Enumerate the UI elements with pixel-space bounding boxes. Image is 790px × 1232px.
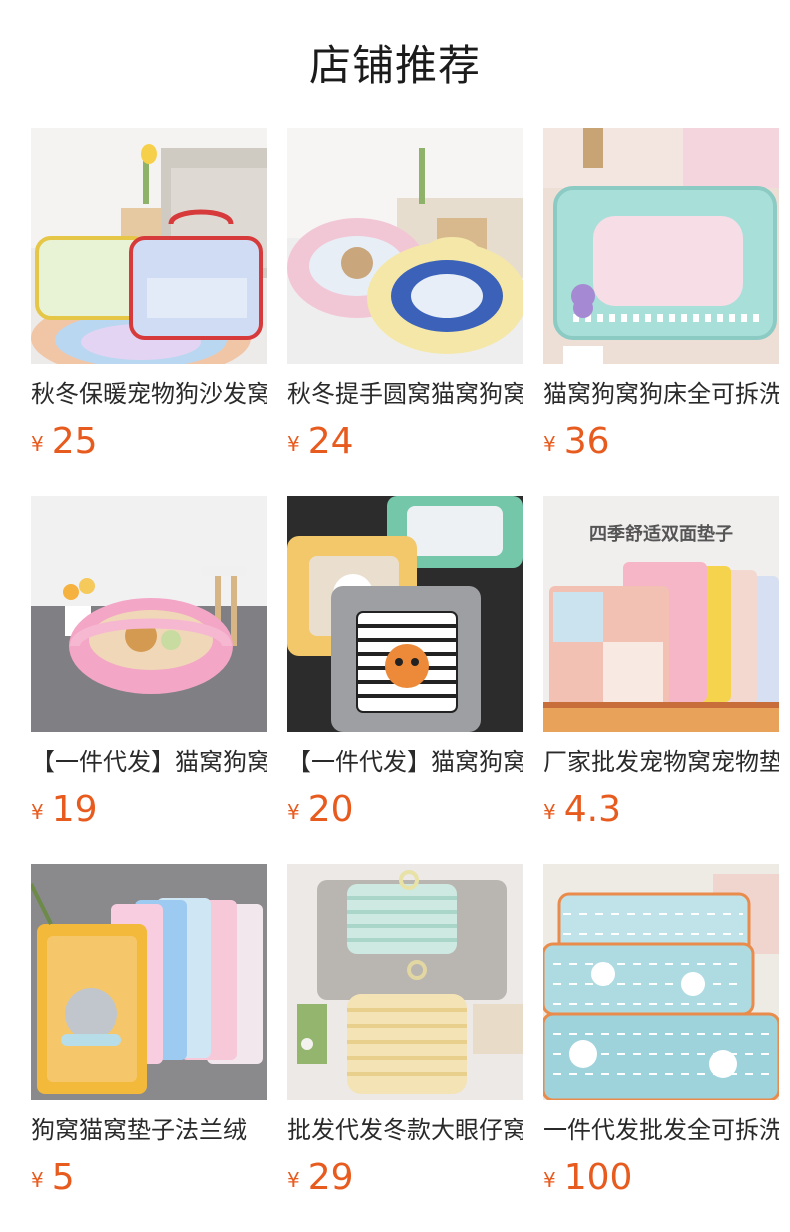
price-amount: 100 xyxy=(563,1157,633,1198)
product-name: 猫窝狗窝狗床全可拆洗 xyxy=(543,380,779,408)
product-card[interactable]: 狗窝猫窝垫子法兰绒 ¥5 xyxy=(31,864,267,1200)
product-name: 秋冬保暖宠物狗沙发窝 xyxy=(31,380,267,408)
product-price: ¥19 xyxy=(31,788,267,832)
product-price: ¥5 xyxy=(31,1156,267,1200)
product-name: 【一件代发】猫窝狗窝 xyxy=(31,748,267,776)
round-handle-pet-beds-photo xyxy=(287,128,523,364)
currency-symbol: ¥ xyxy=(31,432,44,456)
product-name: 【一件代发】猫窝狗窝 xyxy=(287,748,523,776)
pink-round-pet-bed-photo xyxy=(31,496,267,732)
currency-symbol: ¥ xyxy=(543,432,556,456)
product-name: 狗窝猫窝垫子法兰绒 xyxy=(31,1116,247,1144)
mats-banner-text: 四季舒适双面垫子 xyxy=(589,523,733,545)
currency-symbol: ¥ xyxy=(31,1168,44,1192)
product-price: ¥24 xyxy=(287,420,523,464)
product-card[interactable]: 猫窝狗窝狗床全可拆洗 ¥36 xyxy=(543,128,779,464)
currency-symbol: ¥ xyxy=(287,1168,300,1192)
product-card[interactable]: 批发代发冬款大眼仔窝 ¥29 xyxy=(287,864,523,1200)
check-pattern-pet-beds-photo xyxy=(543,864,779,1100)
product-name: 厂家批发宠物窝宠物垫 xyxy=(543,748,779,776)
striped-pet-beds-photo xyxy=(287,864,523,1100)
page-title: 店铺推荐 xyxy=(308,41,481,90)
price-amount: 5 xyxy=(51,1157,75,1198)
product-card[interactable]: 秋冬保暖宠物狗沙发窝 ¥25 xyxy=(31,128,267,464)
reversible-pet-mats-photo: 四季舒适双面垫子 xyxy=(543,496,779,732)
square-cartoon-pet-beds-photo xyxy=(287,496,523,732)
product-card[interactable]: 【一件代发】猫窝狗窝 ¥20 xyxy=(287,496,523,832)
product-card[interactable]: 秋冬提手圆窝猫窝狗窝 ¥24 xyxy=(287,128,523,464)
product-price: ¥29 xyxy=(287,1156,523,1200)
currency-symbol: ¥ xyxy=(543,1168,556,1192)
price-amount: 24 xyxy=(307,421,354,462)
price-amount: 36 xyxy=(563,421,610,462)
product-price: ¥36 xyxy=(543,420,779,464)
product-name: 秋冬提手圆窝猫窝狗窝 xyxy=(287,380,523,408)
flannel-pet-mats-photo xyxy=(31,864,267,1100)
product-card[interactable]: 【一件代发】猫窝狗窝 ¥19 xyxy=(31,496,267,832)
product-price: ¥4.3 xyxy=(543,788,779,832)
product-name: 批发代发冬款大眼仔窝 xyxy=(287,1116,523,1144)
currency-symbol: ¥ xyxy=(287,432,300,456)
price-amount: 29 xyxy=(307,1157,354,1198)
price-amount: 4.3 xyxy=(563,789,621,830)
product-price: ¥20 xyxy=(287,788,523,832)
product-card[interactable]: 一件代发批发全可拆洗 ¥100 xyxy=(543,864,779,1200)
price-amount: 20 xyxy=(307,789,354,830)
product-name: 一件代发批发全可拆洗 xyxy=(543,1116,779,1144)
price-amount: 25 xyxy=(51,421,98,462)
product-card[interactable]: 四季舒适双面垫子 厂家批发宠物窝宠物垫 ¥4.3 xyxy=(543,496,779,832)
currency-symbol: ¥ xyxy=(287,800,300,824)
product-price: ¥25 xyxy=(31,420,267,464)
currency-symbol: ¥ xyxy=(31,800,44,824)
product-price: ¥100 xyxy=(543,1156,779,1200)
price-amount: 19 xyxy=(51,789,98,830)
currency-symbol: ¥ xyxy=(543,800,556,824)
plaid-sofa-pet-beds-photo xyxy=(31,128,267,364)
mint-square-pet-bed-photo xyxy=(543,128,779,364)
